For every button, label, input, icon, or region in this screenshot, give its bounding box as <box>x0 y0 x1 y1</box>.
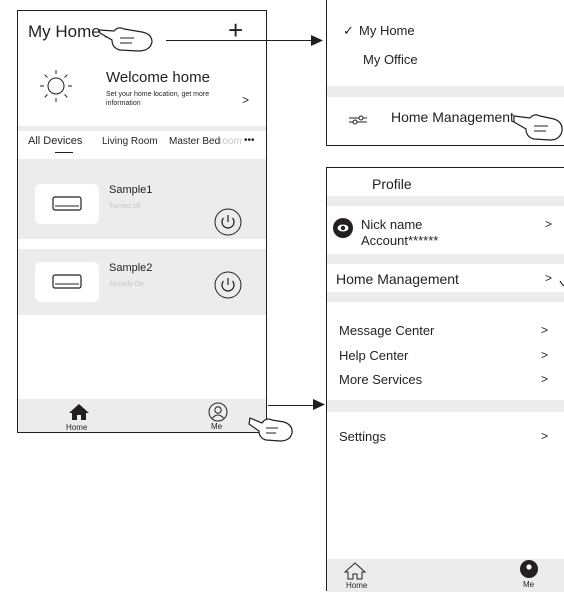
home-icon[interactable] <box>68 403 90 421</box>
menu-item-help-center[interactable]: Help Center <box>339 348 408 363</box>
account-id: Account****** <box>361 233 439 248</box>
power-button[interactable] <box>214 208 242 236</box>
profile-screen: Profile Nick name Account****** > Home M… <box>326 167 564 592</box>
tab-master-bedroom[interactable]: Master Bed <box>169 136 220 147</box>
bottom-nav <box>18 399 266 432</box>
section-divider <box>327 292 564 302</box>
nav-home-label[interactable]: Home <box>346 581 367 590</box>
menu-item-more-services[interactable]: More Services <box>339 372 422 387</box>
welcome-chevron[interactable]: > <box>242 93 249 107</box>
menu-item-message-center[interactable]: Message Center <box>339 323 434 338</box>
more-tabs-icon[interactable]: ••• <box>244 135 255 146</box>
menu-chevron[interactable]: > <box>541 429 548 443</box>
home-management-chevron[interactable]: > <box>545 271 552 285</box>
nav-me-label[interactable]: Me <box>211 422 222 431</box>
profile-icon[interactable] <box>208 402 228 422</box>
device-card[interactable]: Sample2 Already On <box>18 249 266 315</box>
air-conditioner-icon <box>52 196 82 212</box>
tab-underline <box>55 152 73 153</box>
add-button[interactable]: + <box>228 15 243 46</box>
hand-pointer-icon <box>98 24 154 54</box>
device-icon-box <box>35 184 99 224</box>
menu-chevron[interactable]: > <box>541 372 548 386</box>
welcome-title: Welcome home <box>106 69 210 86</box>
device-name: Sample1 <box>109 184 153 196</box>
hand-pointer-icon <box>559 280 564 288</box>
hand-pointer-icon <box>512 110 564 146</box>
profile-filled-icon[interactable] <box>520 560 538 578</box>
avatar[interactable] <box>333 218 353 238</box>
check-icon: ✓ <box>343 23 354 38</box>
home-management-item[interactable]: Home Management <box>391 109 514 125</box>
section-divider <box>327 196 564 206</box>
dropdown-item-my-office[interactable]: My Office <box>363 52 418 67</box>
nav-home-label[interactable]: Home <box>66 423 87 432</box>
welcome-description: Set your home location, get more <box>106 91 210 98</box>
tab-bar <box>18 126 266 131</box>
device-card[interactable]: Sample1 Turned off <box>18 173 266 239</box>
page-title: Profile <box>372 176 412 192</box>
nickname: Nick name <box>361 217 423 232</box>
dropdown-item-my-home[interactable]: My Home <box>359 23 415 38</box>
welcome-description-2: information <box>106 100 141 107</box>
home-management-link[interactable]: Home Management <box>336 271 459 287</box>
arrow-connector <box>268 405 314 406</box>
hand-pointer-icon <box>248 413 294 443</box>
air-conditioner-icon <box>52 274 82 290</box>
power-button[interactable] <box>214 271 242 299</box>
device-status: Turned off <box>109 203 141 210</box>
dropdown-divider <box>327 86 564 97</box>
tab-all-devices[interactable]: All Devices <box>28 135 82 147</box>
device-icon-box <box>35 262 99 302</box>
device-status: Already On <box>109 281 145 288</box>
home-title[interactable]: My Home <box>28 22 101 42</box>
tab-living-room[interactable]: Living Room <box>102 136 158 147</box>
home-outline-icon[interactable] <box>343 562 367 580</box>
arrow-connector <box>166 40 312 41</box>
menu-chevron[interactable]: > <box>541 323 548 337</box>
sun-icon <box>38 68 74 104</box>
section-divider <box>327 400 564 412</box>
tab-master-bedroom-faded: room <box>219 136 242 147</box>
section-divider <box>327 254 564 264</box>
home-screen: My Home + Welcome home Set your home loc… <box>17 10 267 433</box>
sliders-icon <box>349 115 367 125</box>
arrow-head-icon <box>311 35 323 46</box>
content-gap <box>18 159 266 173</box>
menu-item-settings[interactable]: Settings <box>339 429 386 444</box>
menu-chevron[interactable]: > <box>541 348 548 362</box>
nav-me-label[interactable]: Me <box>523 580 534 589</box>
device-name: Sample2 <box>109 262 153 274</box>
profile-chevron[interactable]: > <box>545 217 552 231</box>
arrow-head-icon <box>313 399 325 410</box>
